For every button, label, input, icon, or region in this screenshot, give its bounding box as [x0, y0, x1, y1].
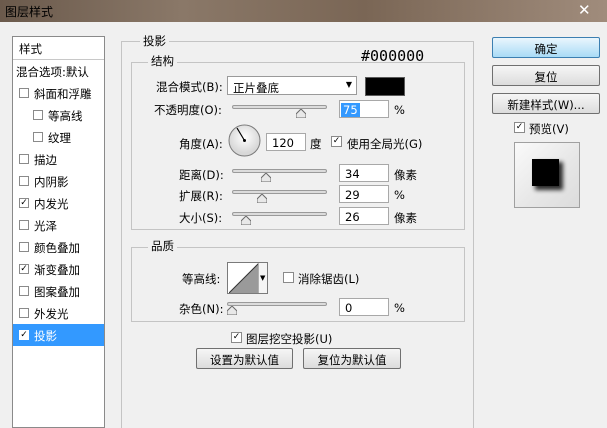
style-item-checkbox[interactable]: ✓: [19, 264, 29, 274]
opacity-input[interactable]: 75: [339, 100, 389, 118]
spread-slider-thumb[interactable]: [257, 194, 267, 203]
global-light-checkbox[interactable]: ✓: [331, 136, 342, 147]
style-item[interactable]: 描边: [13, 148, 104, 170]
preview-checkbox[interactable]: ✓: [514, 122, 525, 133]
style-item-checkbox[interactable]: [19, 88, 29, 98]
style-item[interactable]: 混合选项:默认: [13, 60, 104, 82]
style-item-label: 斜面和浮雕: [34, 87, 92, 101]
style-item[interactable]: ✓ 内发光: [13, 192, 104, 214]
opacity-slider[interactable]: [232, 105, 327, 109]
distance-slider[interactable]: [232, 169, 327, 173]
noise-slider[interactable]: [227, 302, 327, 306]
styles-header[interactable]: 样式: [13, 37, 104, 59]
style-item-label: 纹理: [48, 131, 71, 145]
noise-label: 杂色(N):: [179, 302, 224, 316]
structure-title: 结构: [148, 53, 177, 69]
spread-slider[interactable]: [232, 190, 327, 194]
style-item-label: 图案叠加: [34, 285, 80, 299]
new-style-button[interactable]: 新建样式(W)...: [492, 93, 600, 114]
style-item-label: 内阴影: [34, 175, 69, 189]
quality-title: 品质: [148, 238, 177, 254]
preview-label: 预览(V): [529, 122, 569, 136]
angle-input[interactable]: 120: [266, 133, 306, 151]
distance-label: 距离(D):: [179, 168, 224, 182]
opacity-unit: %: [394, 103, 405, 117]
title-bar: 图层样式 ✕: [0, 0, 607, 22]
style-preview: [514, 142, 580, 208]
close-icon[interactable]: ✕: [578, 1, 591, 19]
color-hex-label: #000000: [361, 47, 425, 65]
reset-default-button[interactable]: 复位为默认值: [303, 348, 401, 369]
style-item-checkbox[interactable]: [33, 110, 43, 120]
styles-list: 样式 混合选项:默认斜面和浮雕等高线纹理描边内阴影 ✓ 内发光光泽颜色叠加 ✓ 渐变叠加…: [12, 36, 105, 428]
chevron-down-icon: ▼: [345, 80, 352, 89]
global-light-label: 使用全局光(G): [347, 137, 423, 151]
style-item-checkbox[interactable]: [19, 220, 29, 230]
blend-mode-label: 混合模式(B):: [156, 80, 223, 94]
style-item-label: 内发光: [34, 197, 69, 211]
style-item[interactable]: 内阴影: [13, 170, 104, 192]
preview-swatch: [532, 159, 559, 186]
anti-alias-label: 消除锯齿(L): [298, 272, 360, 286]
section-title: 投影: [140, 33, 169, 49]
size-unit: 像素: [394, 211, 417, 225]
knockout-checkbox[interactable]: ✓: [231, 332, 242, 343]
angle-unit: 度: [310, 137, 322, 151]
style-item[interactable]: 等高线: [13, 104, 104, 126]
contour-preview-icon: [229, 263, 259, 293]
style-item-checkbox[interactable]: ✓: [19, 330, 29, 340]
anti-alias-checkbox[interactable]: [283, 272, 294, 283]
knockout-label: 图层挖空投影(U): [246, 332, 333, 346]
opacity-slider-thumb[interactable]: [296, 109, 306, 118]
style-item[interactable]: 颜色叠加: [13, 236, 104, 258]
style-item-checkbox[interactable]: ✓: [19, 198, 29, 208]
style-item-checkbox[interactable]: [33, 132, 43, 142]
style-item[interactable]: ✓ 投影: [13, 324, 104, 346]
noise-unit: %: [394, 301, 405, 315]
style-item[interactable]: 外发光: [13, 302, 104, 324]
distance-slider-thumb[interactable]: [261, 173, 271, 182]
style-item-checkbox[interactable]: [19, 154, 29, 164]
style-item-label: 描边: [34, 153, 57, 167]
style-item[interactable]: 图案叠加: [13, 280, 104, 302]
style-item-label: 光泽: [34, 219, 57, 233]
style-item[interactable]: 斜面和浮雕: [13, 82, 104, 104]
opacity-label: 不透明度(O):: [154, 103, 222, 117]
style-item-label: 投影: [34, 329, 57, 343]
style-item-checkbox[interactable]: [19, 176, 29, 186]
contour-dropdown[interactable]: ▼: [258, 263, 267, 293]
blend-mode-select[interactable]: 正片叠底 ▼: [227, 76, 357, 95]
distance-input[interactable]: 34: [339, 164, 389, 182]
contour-label: 等高线:: [182, 272, 221, 286]
shadow-color-swatch[interactable]: [365, 77, 405, 96]
chevron-down-icon: ▼: [260, 274, 266, 282]
style-item[interactable]: ✓ 渐变叠加: [13, 258, 104, 280]
style-item[interactable]: 光泽: [13, 214, 104, 236]
contour-picker[interactable]: ▼: [227, 262, 268, 294]
style-item-label: 颜色叠加: [34, 241, 80, 255]
spread-label: 扩展(R):: [179, 189, 223, 203]
spread-input[interactable]: 29: [339, 185, 389, 203]
style-item-label: 等高线: [48, 109, 83, 123]
style-item-checkbox[interactable]: [19, 242, 29, 252]
style-item[interactable]: 纹理: [13, 126, 104, 148]
make-default-button[interactable]: 设置为默认值: [196, 348, 293, 369]
style-item-checkbox[interactable]: [19, 308, 29, 318]
style-item-label: 渐变叠加: [34, 263, 80, 277]
noise-input[interactable]: 0: [339, 298, 389, 316]
style-item-label: 混合选项:默认: [16, 65, 89, 79]
style-item-checkbox[interactable]: [19, 286, 29, 296]
window-title: 图层样式: [5, 5, 54, 19]
ok-button[interactable]: 确定: [492, 37, 600, 58]
angle-dial[interactable]: [228, 124, 261, 157]
noise-slider-thumb[interactable]: [227, 306, 237, 315]
size-input[interactable]: 26: [339, 207, 389, 225]
reset-button[interactable]: 复位: [492, 65, 600, 86]
size-slider-thumb[interactable]: [241, 216, 251, 225]
distance-unit: 像素: [394, 168, 417, 182]
size-label: 大小(S):: [179, 211, 223, 225]
style-item-label: 外发光: [34, 307, 69, 321]
angle-label: 角度(A):: [179, 137, 223, 151]
spread-unit: %: [394, 188, 405, 202]
